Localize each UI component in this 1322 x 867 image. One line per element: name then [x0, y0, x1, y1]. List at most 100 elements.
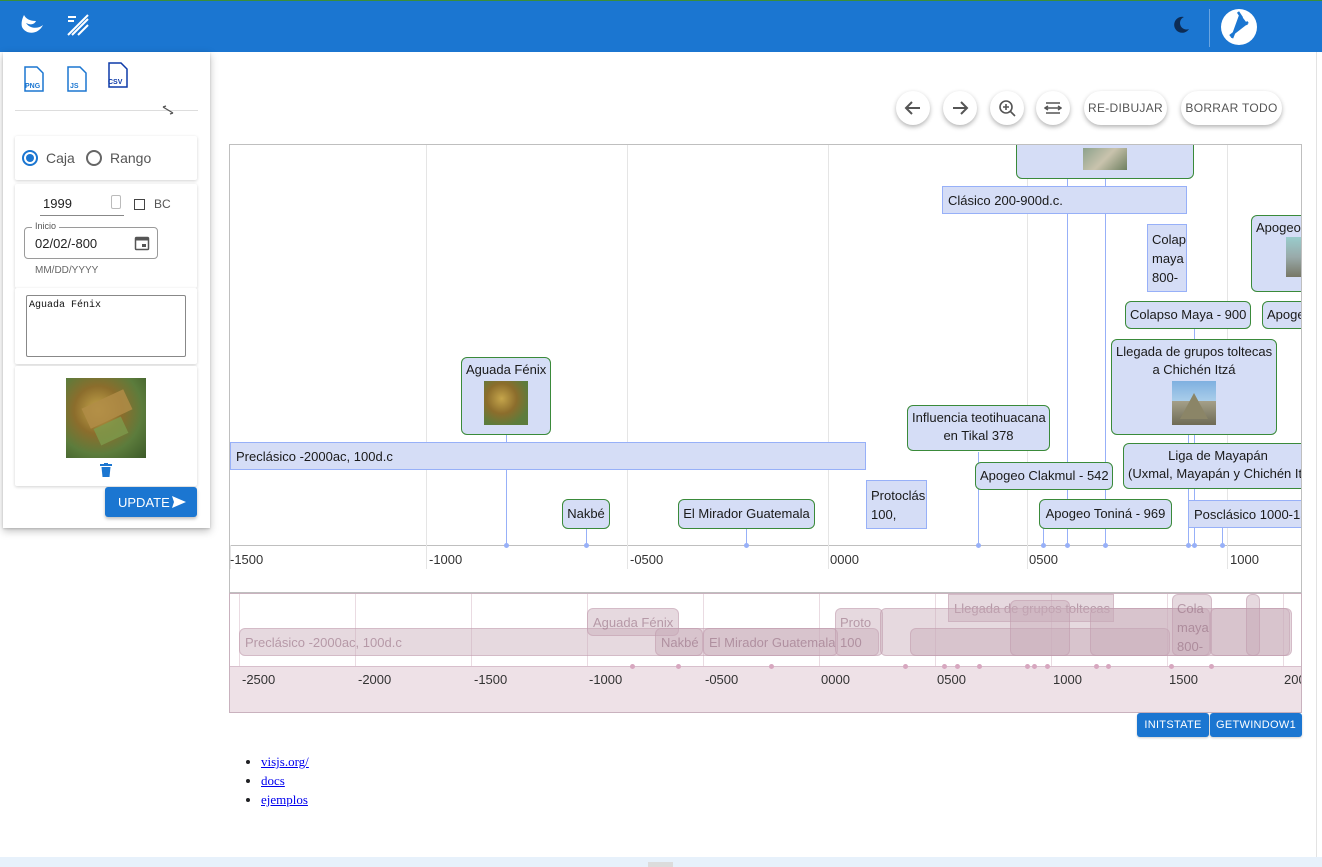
- collapse-toggle-icon[interactable]: [160, 102, 176, 118]
- item-liga-mayapan[interactable]: Liga de Mayapán (Uxmal, Mayapán y Chiché…: [1123, 443, 1302, 489]
- svg-text:CSV: CSV: [108, 79, 123, 86]
- svg-text:PNG: PNG: [25, 83, 41, 90]
- getwindow-button[interactable]: GETWINDOW1: [1210, 713, 1302, 737]
- dark-mode-icon[interactable]: [1170, 14, 1192, 36]
- item-preclasico[interactable]: Preclásico -2000ac, 100d.c: [230, 442, 866, 470]
- overview-item[interactable]: [1010, 600, 1070, 656]
- link-visjs[interactable]: visjs.org/: [261, 754, 309, 769]
- item-line: Protoclás: [871, 488, 926, 503]
- signal-icon[interactable]: [64, 11, 92, 39]
- bc-checkbox[interactable]: [134, 199, 145, 210]
- item-influencia[interactable]: Influencia teotihuacana en Tikal 378: [907, 405, 1050, 451]
- overview-point: [1169, 664, 1174, 669]
- item-nakbe[interactable]: Nakbé: [562, 499, 610, 529]
- item-point[interactable]: [1041, 543, 1046, 548]
- move-right-button[interactable]: [943, 91, 977, 125]
- js-file-icon[interactable]: JS: [66, 66, 88, 92]
- item-colapso-range[interactable]: Colap maya 800-9: [1147, 224, 1187, 292]
- trash-icon[interactable]: [100, 463, 112, 477]
- item-line: 800-9: [1152, 270, 1179, 291]
- item-point[interactable]: [504, 543, 509, 548]
- item-point[interactable]: [744, 543, 749, 548]
- zoom-in-icon: [999, 100, 1016, 117]
- start-date-value: 02/02/-800: [35, 236, 98, 251]
- item-aguada-fenix[interactable]: Aguada Fénix: [461, 357, 551, 435]
- csv-file-icon[interactable]: CSV: [107, 62, 129, 88]
- item-llegada[interactable]: Llegada de grupos toltecas a Chichén Itz…: [1111, 339, 1277, 435]
- item-mirador[interactable]: El Mirador Guatemala: [678, 499, 815, 529]
- item-point[interactable]: [1186, 543, 1191, 548]
- item-connector: [1105, 179, 1106, 545]
- item-point[interactable]: [1192, 543, 1197, 548]
- grid-line: [828, 145, 829, 545]
- redraw-button[interactable]: RE-DIBUJAR: [1084, 91, 1167, 125]
- overview-axis-label: 1000: [1053, 672, 1082, 687]
- resize-handle[interactable]: [648, 862, 673, 867]
- item-top-image[interactable]: [1016, 145, 1194, 179]
- year-stepper[interactable]: [111, 195, 121, 209]
- item-line: (Uxmal, Mayapán y Chichén Itzá): [1128, 466, 1302, 481]
- grid-line: [426, 145, 427, 545]
- axis-tick: [1227, 545, 1228, 569]
- item-posclasico[interactable]: Posclásico 1000-15: [1188, 500, 1301, 528]
- bird-logo-icon[interactable]: [18, 11, 46, 39]
- axis-label: 0000: [830, 552, 859, 567]
- grid-line: [627, 145, 628, 545]
- overview-item[interactable]: Cola maya 800-9: [1172, 594, 1212, 656]
- arrow-right-icon: [953, 101, 969, 115]
- start-date-legend: Inicio: [32, 221, 60, 231]
- png-file-icon[interactable]: PNG: [23, 66, 45, 92]
- item-line: Llegada de grupos toltecas: [1116, 344, 1273, 359]
- overview-item[interactable]: [1246, 594, 1260, 656]
- item-point[interactable]: [976, 543, 981, 548]
- item-image: [66, 378, 146, 458]
- initstate-button[interactable]: INITSTATE: [1137, 713, 1209, 737]
- item-colapso-maya[interactable]: Colapso Maya - 900: [1125, 301, 1251, 329]
- list-item: ejemplos: [261, 790, 309, 809]
- overview-point: [1032, 664, 1037, 669]
- overview-point: [942, 664, 947, 669]
- radio-caja[interactable]: [22, 150, 38, 166]
- overview-axis-label: 0500: [937, 672, 966, 687]
- item-line: maya: [1177, 620, 1209, 635]
- time-axis: [230, 545, 1301, 546]
- content-textarea[interactable]: Aguada Fénix: [26, 295, 186, 357]
- clear-all-button[interactable]: BORRAR TODO: [1181, 91, 1282, 125]
- item-protoclasico[interactable]: Protoclás 100, 250d: [866, 480, 927, 529]
- item-point[interactable]: [584, 543, 589, 548]
- item-calakmul[interactable]: Apogeo Clakmul - 542: [975, 462, 1113, 490]
- item-tonina[interactable]: Apogeo Toniná - 969: [1039, 499, 1172, 529]
- update-button[interactable]: UPDATE: [105, 487, 197, 517]
- item-point[interactable]: [1103, 543, 1108, 548]
- link-ejemplos[interactable]: ejemplos: [261, 792, 308, 807]
- item-line: Colap: [1152, 232, 1186, 247]
- overview-point: [630, 664, 635, 669]
- overview-item[interactable]: Nakbé: [655, 628, 703, 656]
- item-clasico[interactable]: Clásico 200-900d.c.: [942, 186, 1187, 214]
- overview-timeline[interactable]: Preclásico -2000ac, 100d.c Aguada Fénix …: [229, 593, 1302, 713]
- link-docs[interactable]: docs: [261, 773, 285, 788]
- item-line: en Tikal 378: [943, 428, 1014, 443]
- timeline[interactable]: -1500 -1000 -0500 0000 0500 1000 Clásico…: [229, 144, 1302, 593]
- mode-card: [15, 136, 197, 180]
- overview-item[interactable]: El Mirador Guatemala: [703, 628, 838, 656]
- item-point[interactable]: [1065, 543, 1070, 548]
- overview-point: [1094, 664, 1099, 669]
- axis-label: -1000: [429, 552, 463, 567]
- overview-point: [1106, 664, 1111, 669]
- calendar-icon[interactable]: [134, 235, 150, 251]
- zoom-in-button[interactable]: [990, 91, 1024, 125]
- item-thumbnail: [1286, 237, 1301, 277]
- move-left-button[interactable]: [896, 91, 930, 125]
- start-date-field[interactable]: Inicio 02/02/-800: [24, 221, 158, 259]
- item-apogeo-top[interactable]: Apogeo: [1251, 215, 1301, 292]
- item-apogeo-small[interactable]: Apoge: [1262, 301, 1301, 329]
- item-thumbnail: [1083, 148, 1127, 170]
- item-thumbnail: [484, 381, 528, 425]
- overview-point: [676, 664, 681, 669]
- radio-rango[interactable]: [86, 150, 102, 166]
- fit-button[interactable]: [1036, 91, 1070, 125]
- witch-avatar-icon[interactable]: [1220, 8, 1258, 46]
- overview-item[interactable]: Proto 100: [835, 608, 883, 656]
- item-point[interactable]: [1220, 543, 1225, 548]
